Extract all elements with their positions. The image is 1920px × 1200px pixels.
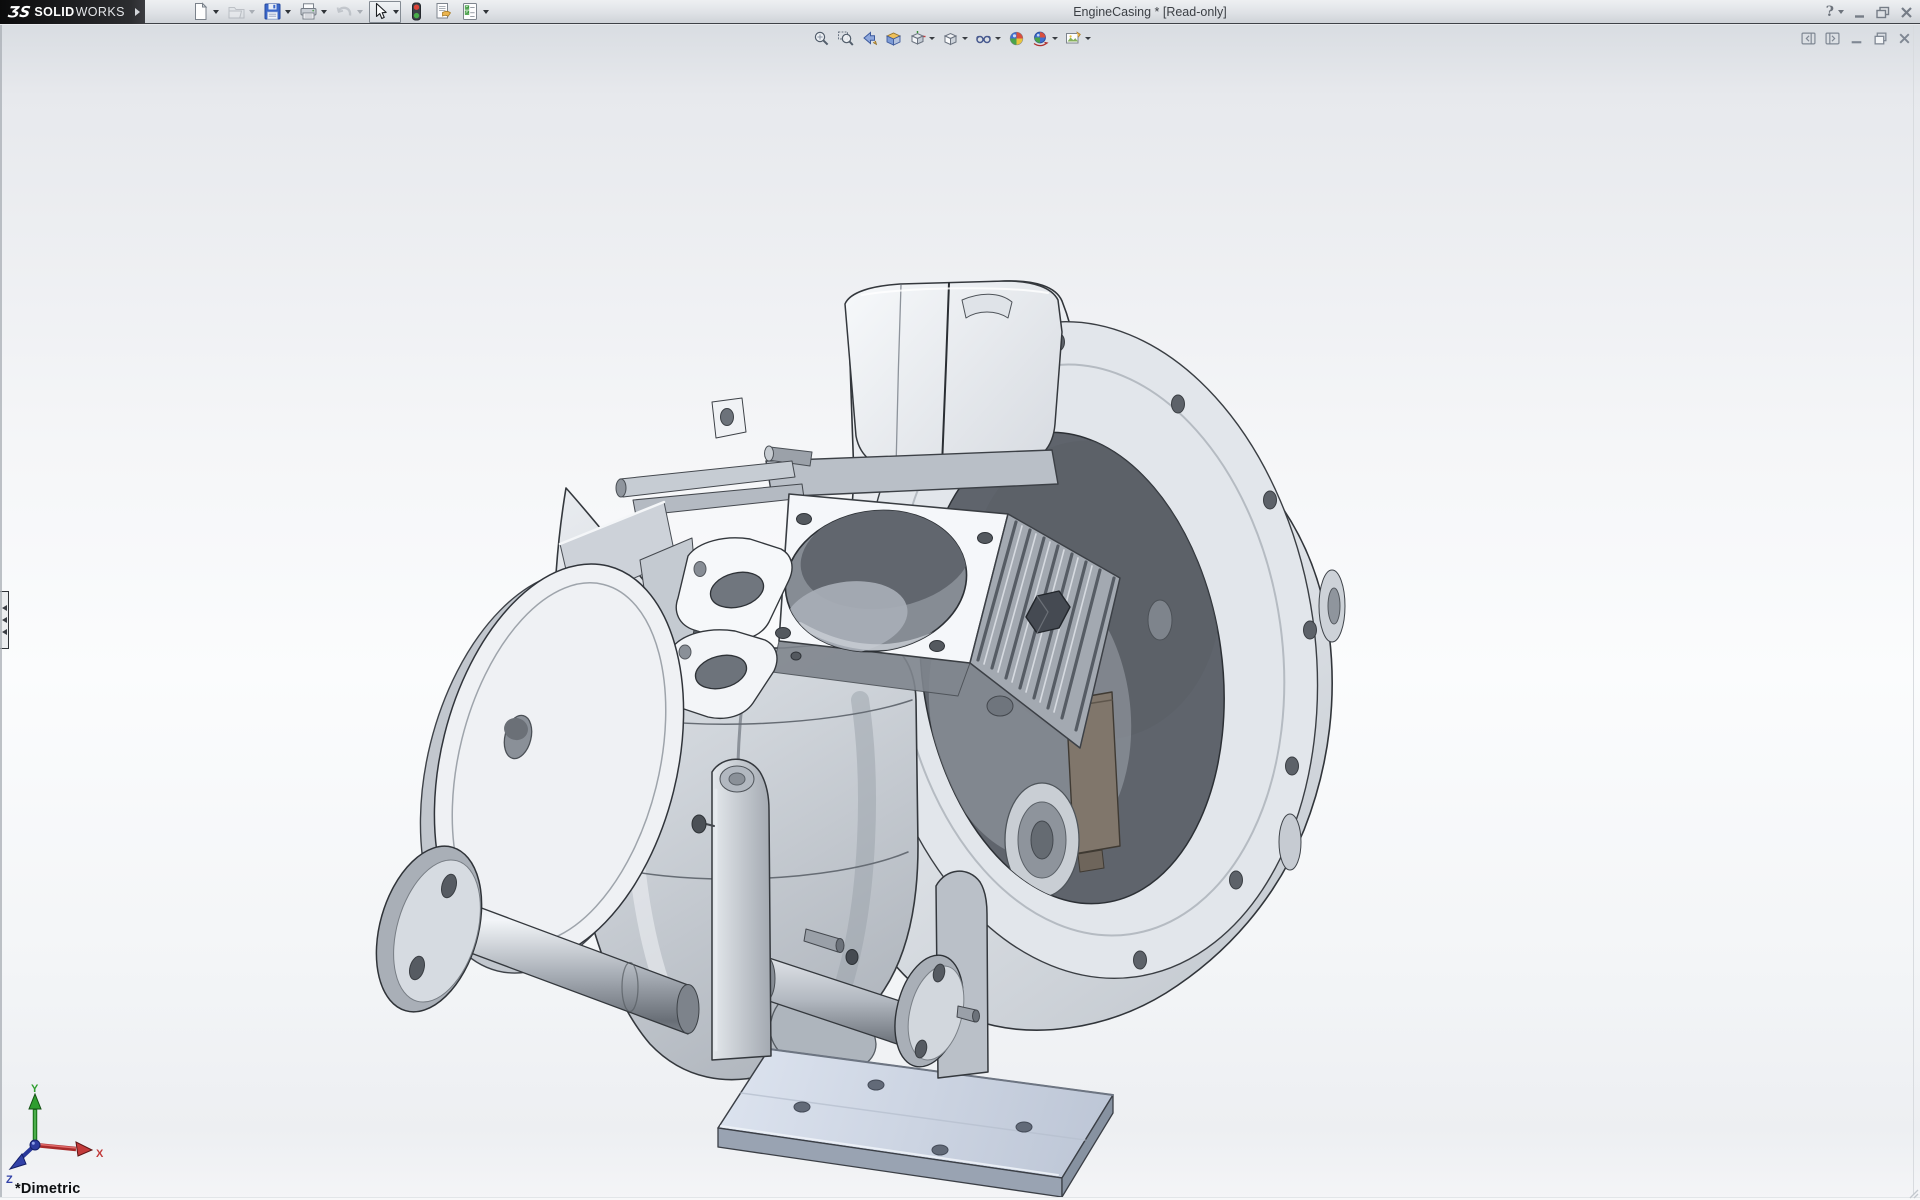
quick-access-toolbar [189, 1, 491, 23]
minimize-window-button[interactable] [1852, 5, 1867, 20]
mounting-base[interactable] [718, 1049, 1113, 1197]
zoom-to-fit-button[interactable] [812, 29, 831, 48]
save-floppy-icon [263, 2, 282, 21]
dropdown-arrow-icon[interactable] [357, 10, 363, 14]
edit-appearance-button[interactable] [1007, 29, 1026, 48]
dropdown-arrow-icon[interactable] [995, 37, 1001, 40]
viewport-left-border [0, 25, 2, 1200]
undo-button[interactable] [333, 1, 365, 23]
window-title: EngineCasing * [Read-only] [1020, 0, 1280, 24]
open-document-button[interactable] [225, 1, 257, 23]
section-view-button[interactable] [884, 29, 903, 48]
dropdown-arrow-icon[interactable] [1052, 37, 1058, 40]
dropdown-arrow-icon[interactable] [393, 10, 399, 14]
collapse-arrow-icon [2, 617, 7, 623]
heads-up-view-toolbar [812, 29, 1092, 48]
title-bar: ƷS SOLIDWORKS [0, 0, 1920, 24]
brand-text-bold: SOLID [34, 5, 74, 19]
view-orientation-label: *Dimetric [15, 1181, 80, 1197]
restore-window-button[interactable] [1875, 5, 1891, 20]
traffic-light-icon [407, 2, 426, 21]
collapse-arrow-icon [2, 605, 7, 611]
dropdown-arrow-icon[interactable] [249, 10, 255, 14]
display-style-icon [942, 30, 959, 47]
zoom-to-area-button[interactable] [836, 29, 855, 48]
dropdown-arrow-icon[interactable] [962, 37, 968, 40]
flyout-arrow-icon [135, 8, 140, 16]
select-tool-button[interactable] [369, 1, 401, 23]
top-cover[interactable] [616, 281, 1062, 516]
dropdown-arrow-icon[interactable] [213, 10, 219, 14]
zoom-to-fit-icon [813, 30, 830, 47]
appearance-ball-icon [1008, 30, 1025, 47]
dropdown-arrow-icon[interactable] [483, 10, 489, 14]
print-icon [299, 2, 318, 21]
x-axis-label: X [96, 1148, 104, 1160]
menu-flyout-button[interactable] [131, 0, 145, 24]
document-window-controls [1801, 31, 1912, 46]
close-document-button[interactable] [1897, 31, 1912, 46]
minimize-document-button[interactable] [1849, 31, 1864, 46]
dropdown-arrow-icon[interactable] [1085, 37, 1091, 40]
solidworks-logo-glyph: ƷS [7, 3, 32, 21]
previous-view-icon [861, 30, 878, 47]
rebuild-button[interactable] [405, 1, 428, 23]
y-axis-label: Y [31, 1083, 39, 1095]
triad-origin [30, 1140, 40, 1150]
z-axis-label: Z [6, 1174, 13, 1186]
dropdown-arrow-icon[interactable] [929, 37, 935, 40]
dropdown-arrow-icon[interactable] [285, 10, 291, 14]
brand-text-light: WORKS [76, 5, 125, 19]
view-settings-button[interactable] [1064, 29, 1092, 48]
help-icon: ? [1826, 4, 1834, 20]
save-button[interactable] [261, 1, 293, 23]
file-properties-icon [434, 2, 453, 21]
apply-scene-icon [1032, 30, 1049, 47]
options-button[interactable] [459, 1, 491, 23]
options-list-icon [461, 2, 480, 21]
dropdown-arrow-icon[interactable] [1838, 10, 1844, 14]
engine-casing-model[interactable] [0, 25, 1920, 1200]
zoom-to-area-icon [837, 30, 854, 47]
view-settings-icon [1065, 30, 1082, 47]
view-orientation-button[interactable] [908, 29, 936, 48]
window-controls: ? [1826, 0, 1914, 24]
select-cursor-icon [371, 2, 390, 21]
section-view-icon [885, 30, 902, 47]
previous-view-button[interactable] [860, 29, 879, 48]
apply-scene-button[interactable] [1031, 29, 1059, 48]
display-style-button[interactable] [941, 29, 969, 48]
open-folder-icon [227, 2, 246, 21]
help-button[interactable]: ? [1826, 4, 1844, 20]
expand-panel-right-button[interactable] [1825, 31, 1840, 46]
x-axis-arrow [76, 1142, 92, 1156]
collapse-panel-left-button[interactable] [1801, 31, 1816, 46]
dropdown-arrow-icon[interactable] [321, 10, 327, 14]
undo-icon [335, 2, 354, 21]
restore-document-button[interactable] [1873, 31, 1888, 46]
new-document-button[interactable] [189, 1, 221, 23]
viewport-right-border [1913, 25, 1914, 1195]
close-window-button[interactable] [1899, 5, 1914, 20]
resize-grip[interactable] [1907, 1187, 1919, 1199]
view-orientation-icon [909, 30, 926, 47]
eyeglasses-icon [975, 30, 992, 47]
hide-show-items-button[interactable] [974, 29, 1002, 48]
print-button[interactable] [297, 1, 329, 23]
collapse-arrow-icon [2, 629, 7, 635]
graphics-viewport[interactable]: Y X Z *Dimetric [0, 25, 1920, 1200]
reference-triad[interactable]: Y X Z [2, 1083, 122, 1195]
solidworks-logo[interactable]: ƷS SOLIDWORKS [0, 0, 131, 24]
new-document-icon [191, 2, 210, 21]
file-properties-button[interactable] [432, 1, 455, 23]
y-axis-arrow [29, 1094, 41, 1109]
